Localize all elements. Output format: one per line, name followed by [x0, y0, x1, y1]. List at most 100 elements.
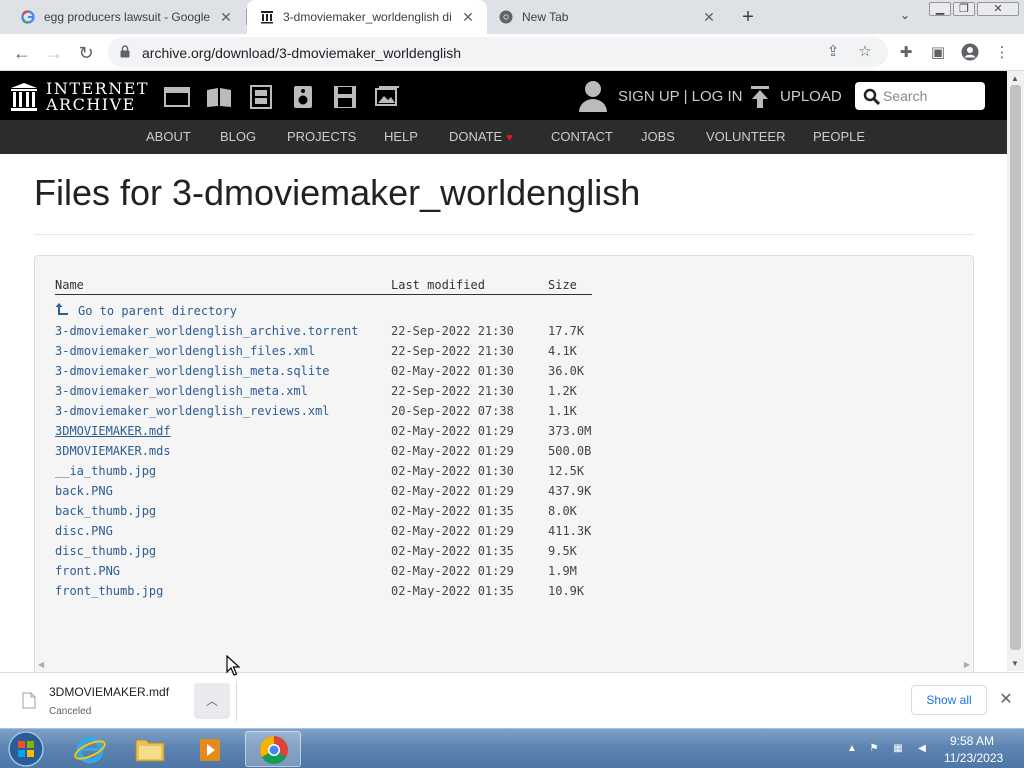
upload-link[interactable]: UPLOAD — [780, 88, 842, 105]
bookmark-star-icon[interactable]: ☆ — [856, 43, 874, 61]
table-row: front_thumb.jpg 02-May-2022 01:35 10.9K — [35, 584, 635, 604]
internet-explorer-icon — [74, 736, 106, 764]
clock-date[interactable]: 11/23/2023 — [944, 751, 1003, 765]
nav-help[interactable]: HELP — [384, 129, 418, 144]
kebab-menu-icon[interactable]: ⋮ — [992, 43, 1012, 63]
scroll-left-arrow-icon[interactable]: ◀ — [38, 660, 44, 669]
tab-internet-archive[interactable]: 3-dmoviemaker_worldenglish di ✕ — [247, 0, 487, 34]
search-placeholder: Search — [883, 88, 928, 104]
network-icon[interactable]: ▦ — [890, 741, 906, 757]
tab-close-icon[interactable]: ✕ — [219, 10, 233, 24]
file-link[interactable]: disc_thumb.jpg — [55, 544, 156, 558]
nav-projects[interactable]: PROJECTS — [287, 129, 356, 144]
file-link[interactable]: back_thumb.jpg — [55, 504, 156, 518]
scroll-up-arrow-icon[interactable]: ▲ — [1011, 74, 1019, 83]
extensions-puzzle-icon[interactable]: ✚ — [896, 43, 916, 63]
file-link[interactable]: 3-dmoviemaker_worldenglish_files.xml — [55, 344, 315, 358]
file-link[interactable]: front_thumb.jpg — [55, 584, 163, 598]
file-link[interactable]: 3-dmoviemaker_worldenglish_reviews.xml — [55, 404, 330, 418]
web-icon[interactable] — [164, 85, 190, 109]
file-size: 1.1K — [548, 404, 577, 418]
window-close-icon[interactable]: ✕ — [977, 2, 1019, 16]
nav-donate[interactable]: DONATE ♥ — [449, 129, 513, 144]
taskbar-file-explorer[interactable] — [122, 731, 178, 767]
profile-avatar-icon[interactable] — [960, 43, 980, 63]
table-row: back_thumb.jpg 02-May-2022 01:35 8.0K — [35, 504, 635, 524]
texts-book-icon[interactable] — [206, 85, 232, 109]
download-filename[interactable]: 3DMOVIEMAKER.mdf — [49, 685, 169, 699]
address-bar[interactable]: archive.org/download/3-dmoviemaker_world… — [108, 37, 888, 67]
nav-volunteer[interactable]: VOLUNTEER — [706, 129, 785, 144]
column-header-last-modified[interactable]: Last modified — [391, 278, 485, 292]
back-arrow-icon[interactable]: ← — [10, 41, 34, 65]
forward-arrow-icon[interactable]: → — [42, 41, 66, 65]
tab-google-search[interactable]: egg producers lawsuit - Google S ✕ — [0, 0, 245, 34]
download-bar-close-icon[interactable]: ✕ — [998, 689, 1014, 711]
tab-close-icon[interactable]: ✕ — [461, 10, 475, 24]
upload-icon[interactable] — [750, 85, 770, 109]
tab-search-chevron-icon[interactable]: ⌄ — [896, 8, 914, 26]
site-search-box[interactable]: Search — [855, 82, 985, 110]
download-options-chevron-icon[interactable]: ︿ — [194, 683, 230, 719]
scrollbar-thumb[interactable] — [1010, 85, 1021, 650]
file-modified: 20-Sep-2022 07:38 — [391, 404, 514, 418]
tab-strip: egg producers lawsuit - Google S ✕ 3-dmo… — [0, 0, 1024, 34]
column-header-name[interactable]: Name — [55, 278, 84, 292]
nav-about[interactable]: ABOUT — [146, 129, 191, 144]
file-link[interactable]: 3DMOVIEMAKER.mds — [55, 444, 171, 458]
vertical-scrollbar[interactable]: ▲ ▼ — [1007, 71, 1024, 671]
mouse-cursor-icon — [226, 655, 240, 676]
tab-new-tab[interactable]: New Tab ✕ — [488, 0, 728, 34]
file-modified: 22-Sep-2022 21:30 — [391, 344, 514, 358]
restore-icon[interactable]: ❐ — [953, 2, 975, 16]
file-link[interactable]: __ia_thumb.jpg — [55, 464, 156, 478]
taskbar-internet-explorer[interactable] — [62, 731, 118, 767]
file-link[interactable]: 3-dmoviemaker_worldenglish_meta.xml — [55, 384, 308, 398]
file-link[interactable]: 3DMOVIEMAKER.mdf — [55, 424, 171, 438]
signup-login-link[interactable]: SIGN UP | LOG IN — [618, 88, 742, 105]
software-floppy-icon[interactable] — [332, 85, 358, 109]
nav-jobs[interactable]: JOBS — [641, 129, 675, 144]
file-link[interactable]: back.PNG — [55, 484, 113, 498]
user-avatar-icon[interactable] — [578, 79, 608, 113]
audio-speaker-icon[interactable] — [290, 85, 316, 109]
column-header-size[interactable]: Size — [548, 278, 577, 292]
taskbar-media-player[interactable] — [182, 731, 238, 767]
download-status: Canceled — [49, 706, 92, 717]
file-link[interactable]: disc.PNG — [55, 524, 113, 538]
parent-directory-link[interactable]: Go to parent directory — [78, 304, 237, 318]
show-hidden-icons-icon[interactable]: ▲ — [844, 741, 860, 757]
tab-close-icon[interactable]: ✕ — [702, 10, 716, 24]
file-link[interactable]: 3-dmoviemaker_worldenglish_archive.torre… — [55, 324, 358, 338]
share-icon[interactable]: ⇪ — [824, 43, 842, 61]
start-button-icon[interactable] — [4, 730, 44, 768]
horizontal-scrollbar[interactable]: ◀ ▶ — [34, 657, 974, 671]
file-link[interactable]: front.PNG — [55, 564, 120, 578]
action-center-flag-icon[interactable]: ⚑ — [866, 741, 882, 757]
parent-directory-row[interactable]: Go to parent directory — [35, 303, 635, 324]
minimize-icon[interactable]: ▁ — [929, 2, 951, 16]
table-row: disc.PNG 02-May-2022 01:29 411.3K — [35, 524, 635, 544]
file-link[interactable]: 3-dmoviemaker_worldenglish_meta.sqlite — [55, 364, 330, 378]
file-modified: 02-May-2022 01:35 — [391, 504, 514, 518]
file-modified: 02-May-2022 01:29 — [391, 564, 514, 578]
chrome-icon — [498, 9, 514, 25]
scroll-down-arrow-icon[interactable]: ▼ — [1011, 659, 1019, 668]
reload-icon[interactable]: ↻ — [74, 41, 98, 65]
nav-blog[interactable]: BLOG — [220, 129, 256, 144]
clock-time[interactable]: 9:58 AM — [950, 734, 994, 748]
images-icon[interactable] — [374, 85, 400, 109]
taskbar-chrome[interactable] — [245, 731, 301, 767]
nav-contact[interactable]: CONTACT — [551, 129, 613, 144]
new-tab-plus-icon[interactable]: + — [737, 6, 759, 28]
tab-title: New Tab — [522, 10, 569, 24]
show-all-button[interactable]: Show all — [911, 685, 987, 715]
nav-people[interactable]: PEOPLE — [813, 129, 865, 144]
volume-muted-icon[interactable]: ◀ — [914, 741, 930, 757]
video-film-icon[interactable] — [248, 85, 274, 109]
url-text[interactable]: archive.org/download/3-dmoviemaker_world… — [142, 45, 461, 61]
ia-logo[interactable]: INTERNET ARCHIVE — [10, 81, 148, 113]
scroll-right-arrow-icon[interactable]: ▶ — [964, 660, 970, 669]
side-panel-icon[interactable]: ▣ — [928, 43, 948, 63]
table-row: 3DMOVIEMAKER.mdf 02-May-2022 01:29 373.0M — [35, 424, 635, 444]
